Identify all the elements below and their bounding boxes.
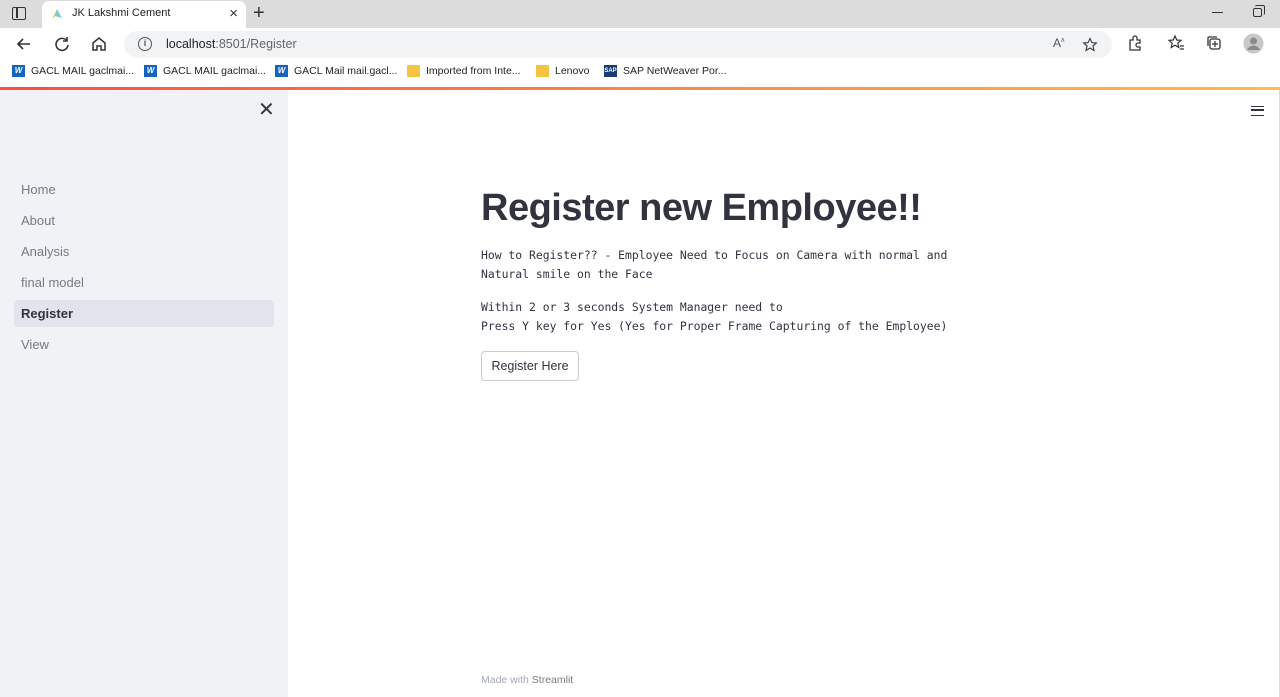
url-text: localhost:8501/Register xyxy=(166,37,297,51)
sidebar-item-view[interactable]: View xyxy=(14,331,274,358)
back-icon[interactable] xyxy=(13,33,35,55)
menu-icon[interactable] xyxy=(1251,106,1264,116)
instructions-paragraph: How to Register?? - Employee Need to Foc… xyxy=(481,248,948,281)
extensions-icon[interactable] xyxy=(1126,34,1144,52)
collections-icon[interactable] xyxy=(1205,34,1223,52)
sidebar-nav: Home About Analysis final model Register… xyxy=(14,176,274,362)
sidebar-item-final-model[interactable]: final model xyxy=(14,269,274,296)
home-icon[interactable] xyxy=(88,33,110,55)
w-icon: W xyxy=(275,65,288,78)
refresh-icon[interactable] xyxy=(51,33,73,55)
bookmark-folder[interactable]: Lenovo xyxy=(536,65,589,81)
sidebar-item-about[interactable]: About xyxy=(14,207,274,234)
window-minimize-icon[interactable] xyxy=(1212,12,1223,13)
bookmark-item[interactable]: W GACL MAIL gaclmai... xyxy=(144,65,266,81)
page-title: Register new Employee!! xyxy=(481,187,922,229)
tab-actions-icon[interactable] xyxy=(12,7,26,20)
sidebar-item-analysis[interactable]: Analysis xyxy=(14,238,274,265)
window-restore-icon[interactable] xyxy=(1253,5,1265,17)
streamlit-link[interactable]: Streamlit xyxy=(532,674,573,686)
close-sidebar-icon[interactable]: ✕ xyxy=(258,100,275,120)
sidebar-item-home[interactable]: Home xyxy=(14,176,274,203)
sidebar-item-register[interactable]: Register xyxy=(14,300,274,327)
tab-close-icon[interactable]: × xyxy=(229,5,238,23)
read-aloud-icon[interactable]: Aʌ xyxy=(1053,36,1065,50)
w-icon: W xyxy=(144,65,157,78)
browser-toolbar: i localhost:8501/Register Aʌ xyxy=(0,28,1280,60)
bookmark-item[interactable]: SAP SAP NetWeaver Por... xyxy=(604,65,727,81)
profile-avatar-icon[interactable] xyxy=(1243,33,1264,54)
favorite-star-icon[interactable] xyxy=(1082,37,1098,53)
tab-title: JK Lakshmi Cement xyxy=(72,7,171,19)
register-here-button[interactable]: Register Here xyxy=(481,351,579,381)
address-bar[interactable]: i localhost:8501/Register Aʌ xyxy=(124,31,1112,58)
main-content: Register new Employee!! How to Register?… xyxy=(288,90,1280,697)
streamlit-favicon-icon xyxy=(52,9,62,19)
new-tab-icon[interactable]: + xyxy=(253,2,265,24)
footer: Made with Streamlit xyxy=(481,674,574,686)
folder-icon xyxy=(407,65,420,78)
sidebar: ✕ Home About Analysis final model Regist… xyxy=(0,90,288,697)
sap-icon: SAP xyxy=(604,65,617,78)
folder-icon xyxy=(536,65,549,78)
browser-tab-strip: JK Lakshmi Cement × + xyxy=(0,0,1280,28)
bookmarks-bar: W GACL MAIL gaclmai... W GACL MAIL gaclmai… xyxy=(0,60,1280,87)
site-info-icon[interactable]: i xyxy=(138,37,152,51)
bookmark-folder[interactable]: Imported from Inte... xyxy=(407,65,521,81)
browser-tab[interactable]: JK Lakshmi Cement × xyxy=(42,1,246,28)
bookmark-item[interactable]: W GACL MAIL gaclmai... xyxy=(12,65,134,81)
favorites-icon[interactable] xyxy=(1167,34,1185,52)
bookmark-item[interactable]: W GACL Mail mail.gacl... xyxy=(275,65,397,81)
instructions-paragraph: Within 2 or 3 seconds System Manager nee… xyxy=(481,300,948,333)
w-icon: W xyxy=(12,65,25,78)
